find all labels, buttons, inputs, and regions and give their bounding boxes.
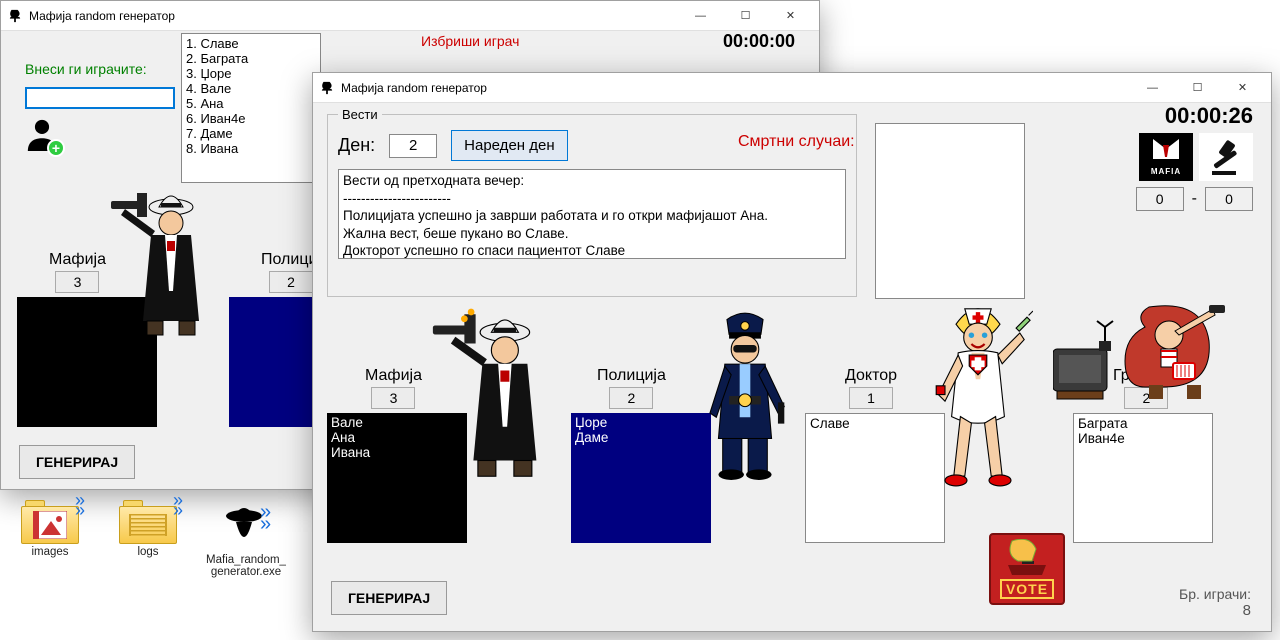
- desktop-icon-logs[interactable]: »» logs: [108, 500, 188, 558]
- timer-front: 00:00:26: [1136, 103, 1253, 129]
- news-legend: Вести: [338, 107, 382, 122]
- plus-icon: +: [47, 139, 65, 157]
- gangster-icon: [423, 303, 553, 483]
- police-count: 2: [609, 387, 653, 409]
- next-day-button[interactable]: Нареден ден: [451, 130, 567, 161]
- doctor-count: 1: [849, 387, 893, 409]
- desktop-icon-images[interactable]: »» images: [10, 500, 90, 558]
- deaths-label: Смртни случаи:: [738, 133, 855, 151]
- mafia-count-back: 3: [55, 271, 99, 293]
- app-icon: [7, 8, 23, 24]
- nurse-icon: [923, 299, 1033, 499]
- title: Мафија random генератор: [29, 9, 175, 23]
- mafia-count: 3: [371, 387, 415, 409]
- enter-players-label: Внеси ги играчите:: [25, 61, 147, 77]
- gangster-icon: [101, 181, 211, 341]
- player-count-label: Бр. играчи:: [1179, 586, 1251, 602]
- deaths-list[interactable]: [875, 123, 1025, 299]
- players-list[interactable]: 1. Славе2. Баграта3. Џоре4. Вале5. Ана6.…: [181, 33, 321, 183]
- police-icon: [695, 311, 795, 481]
- mafia-label: Мафија: [365, 367, 422, 385]
- player-name-input[interactable]: [25, 87, 175, 109]
- desktop-icon-exe[interactable]: »» Mafia_random_generator.exe: [206, 500, 286, 578]
- generate-button-back[interactable]: ГЕНЕРИРАЈ: [19, 445, 135, 479]
- app-icon: [319, 80, 335, 96]
- day-label: Ден:: [338, 135, 375, 156]
- maximize-button[interactable]: ☐: [723, 1, 768, 31]
- news-text[interactable]: [338, 169, 846, 259]
- maximize-button[interactable]: ☐: [1175, 73, 1220, 103]
- player-count: 8: [1179, 602, 1251, 619]
- mafia-badge-icon: MAFIA: [1139, 133, 1193, 181]
- generate-button-front[interactable]: ГЕНЕРИРАЈ: [331, 581, 447, 615]
- minimize-button[interactable]: —: [678, 1, 723, 31]
- close-button[interactable]: ✕: [768, 1, 813, 31]
- gavel-icon: [1199, 133, 1253, 181]
- svg-text:»: »: [260, 513, 271, 535]
- doctor-label: Доктор: [845, 367, 897, 385]
- police-count-back: 2: [269, 271, 313, 293]
- score-mafia: 0: [1136, 187, 1184, 211]
- police-list[interactable]: ЏореДаме: [571, 413, 711, 543]
- window-front: Мафија random генератор — ☐ ✕ 00:00:26 M…: [312, 72, 1272, 632]
- mafia-label-back: Мафија: [49, 251, 106, 269]
- score-judge: 0: [1205, 187, 1253, 211]
- citizen-list[interactable]: БагратаИван4е: [1073, 413, 1213, 543]
- day-value: 2: [389, 134, 437, 158]
- minimize-button[interactable]: —: [1130, 73, 1175, 103]
- titlebar-back[interactable]: Мафија random генератор — ☐ ✕: [1, 1, 819, 31]
- titlebar-front[interactable]: Мафија random генератор — ☐ ✕: [313, 73, 1271, 103]
- title: Мафија random генератор: [341, 81, 487, 95]
- police-label: Полиција: [597, 367, 666, 385]
- close-button[interactable]: ✕: [1220, 73, 1265, 103]
- citizen-icon: [1053, 291, 1233, 411]
- delete-player-label[interactable]: Избриши играч: [421, 33, 519, 49]
- add-player-button[interactable]: +: [25, 117, 61, 153]
- timer-back: 00:00:00: [723, 31, 795, 52]
- vote-button[interactable]: VOTE: [989, 533, 1065, 605]
